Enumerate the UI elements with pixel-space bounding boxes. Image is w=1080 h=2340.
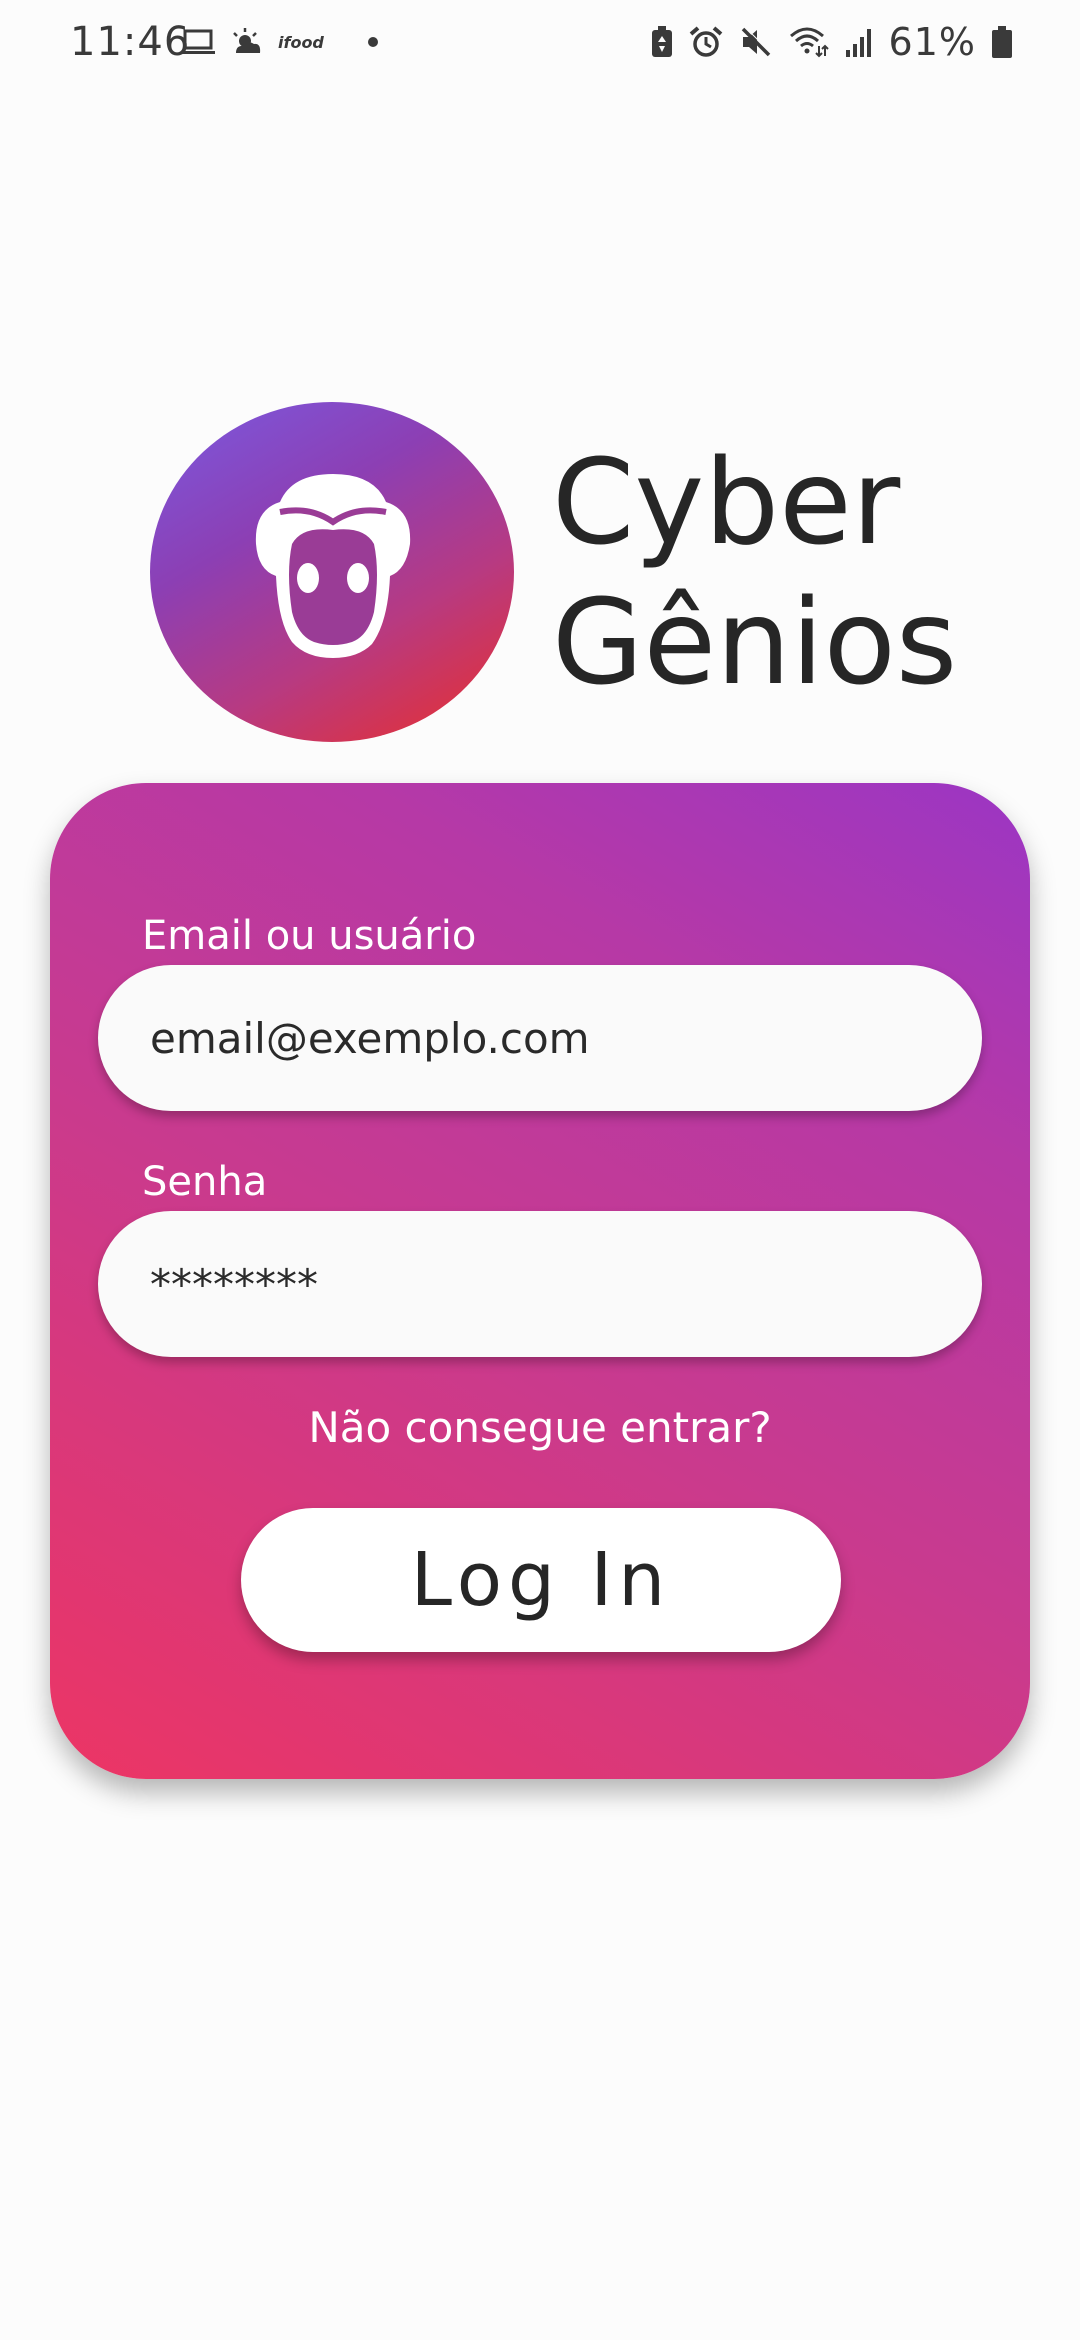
signal-icon [845, 26, 873, 58]
wifi-icon [789, 26, 829, 58]
status-bar: 11:46 ifood 61% [0, 0, 1080, 90]
email-label: Email ou usuário [142, 913, 477, 959]
laptop-icon [180, 27, 216, 57]
login-button[interactable]: Log In [241, 1508, 841, 1652]
login-screen: 11:46 ifood 61% Cyber Gênios Email ou us… [0, 0, 1080, 2340]
status-right-icons: 61% [651, 18, 1012, 66]
battery-percent: 61% [888, 20, 976, 64]
battery-icon [992, 26, 1012, 58]
alarm-icon [689, 26, 723, 58]
brand-name-line-1: Cyber [552, 433, 901, 571]
password-field[interactable]: ******** [98, 1211, 982, 1357]
login-card: Email ou usuário email@exemplo.com Senha… [50, 783, 1030, 1779]
password-label: Senha [142, 1159, 268, 1205]
app-logo [150, 402, 514, 742]
mute-icon [739, 26, 773, 58]
mascot-face-icon [255, 474, 411, 658]
notification-dot-icon [367, 37, 378, 47]
brand-name: Cyber Gênios [552, 432, 1032, 712]
status-time: 11:46 [70, 19, 191, 65]
forgot-login-link[interactable]: Não consegue entrar? [50, 1403, 1030, 1452]
email-field[interactable]: email@exemplo.com [98, 965, 982, 1111]
weather-sunrise-icon [230, 27, 264, 57]
brand-name-line-2: Gênios [552, 573, 958, 711]
status-left-icons: ifood [180, 22, 378, 62]
ifood-icon: ifood [278, 32, 324, 52]
battery-saver-icon [651, 26, 673, 58]
